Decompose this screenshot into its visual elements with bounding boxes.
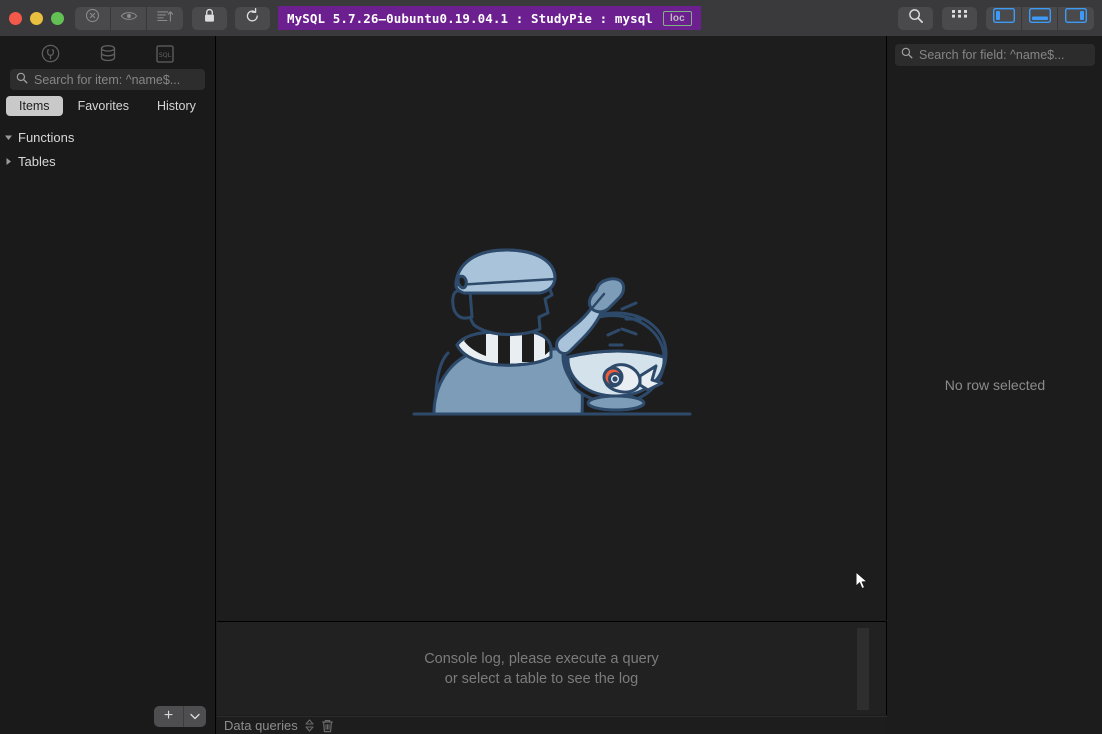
add-item-button[interactable]: + [154,706,184,727]
sidebar-tabs: Items Favorites History [0,90,215,116]
search-icon [901,46,913,64]
window-title-text: MySQL 5.7.26–0ubuntu0.19.04.1 : StudyPie… [287,11,653,26]
console-message-line-1: Console log, please execute a query [424,649,659,669]
search-icon [908,8,924,29]
zoom-window-button[interactable] [51,12,64,25]
minimize-window-button[interactable] [30,12,43,25]
sidebar-search-container [0,66,215,90]
console-log-panel: Console log, please execute a query or s… [217,621,887,715]
right-inspector-panel: No row selected [888,36,1102,734]
app-window: MySQL 5.7.26–0ubuntu0.19.04.1 : StudyPie… [0,0,1102,734]
chevron-right-icon[interactable] [3,157,13,166]
sidebar-search-box[interactable] [10,69,205,90]
refresh-button[interactable] [235,7,270,30]
search-item-input[interactable] [34,73,199,87]
add-item-menu-button[interactable] [184,706,206,727]
search-field-input[interactable] [919,48,1089,62]
window-controls [0,12,64,25]
console-scrollbar[interactable] [857,628,869,710]
refresh-icon [245,8,260,29]
bottom-panel-icon [1029,8,1051,28]
grid-view-button[interactable] [942,7,977,30]
svg-text:SQL: SQL [159,52,172,59]
sort-ascending-icon [156,9,174,28]
title-bar: MySQL 5.7.26–0ubuntu0.19.04.1 : StudyPie… [0,0,1102,36]
right-search-box[interactable] [895,44,1095,66]
grid-icon [952,9,967,27]
close-window-button[interactable] [9,12,22,25]
preview-button[interactable] [111,7,147,30]
toggle-right-panel-button[interactable] [1058,7,1094,30]
person-with-fishbowl-illustration [412,233,692,423]
right-panel-empty-message: No row selected [888,36,1102,734]
console-message-line-2: or select a table to see the log [424,669,659,689]
window-title: MySQL 5.7.26–0ubuntu0.19.04.1 : StudyPie… [278,6,701,30]
chevron-down-icon[interactable] [3,133,13,142]
eye-icon [120,9,138,28]
sql-icon[interactable]: SQL [156,45,174,63]
tree-item-tables[interactable]: Tables [0,149,215,173]
connection-icon[interactable] [41,44,60,63]
data-queries-label[interactable]: Data queries [224,718,298,733]
search-button[interactable] [898,7,933,30]
search-icon [16,71,28,89]
locale-badge[interactable]: loc [663,11,692,26]
lock-icon [203,8,216,29]
trash-icon[interactable] [321,719,334,733]
sort-updown-icon[interactable] [305,719,314,732]
stop-icon [85,8,100,28]
stop-button[interactable] [75,7,111,30]
sidebar-tree: Functions Tables [0,116,215,173]
main-content-area [217,36,887,620]
lock-button[interactable] [192,7,227,30]
sort-button[interactable] [147,7,183,30]
left-sidebar: SQL Items Favorites History [0,36,216,734]
console-empty-message: Console log, please execute a query or s… [424,649,679,689]
right-panel-icon [1065,8,1087,28]
toggle-bottom-panel-button[interactable] [1022,7,1058,30]
toolbar-action-group [75,7,183,30]
bottom-status-bar: Data queries [217,716,887,734]
tab-favorites[interactable]: Favorites [65,96,142,116]
tab-history[interactable]: History [144,96,209,116]
left-panel-icon [993,8,1015,28]
tree-item-functions[interactable]: Functions [0,125,215,149]
tree-item-label: Functions [18,130,74,145]
tab-items[interactable]: Items [6,96,63,116]
sidebar-icon-row: SQL [0,36,215,66]
toggle-left-panel-button[interactable] [986,7,1022,30]
sidebar-footer: + [0,698,216,734]
database-icon[interactable] [99,44,117,63]
toolbar-right-group [898,7,1102,30]
add-item-group: + [154,706,206,727]
panel-toggle-group [986,7,1094,30]
tree-item-label: Tables [18,154,56,169]
right-search-container [888,36,1102,66]
